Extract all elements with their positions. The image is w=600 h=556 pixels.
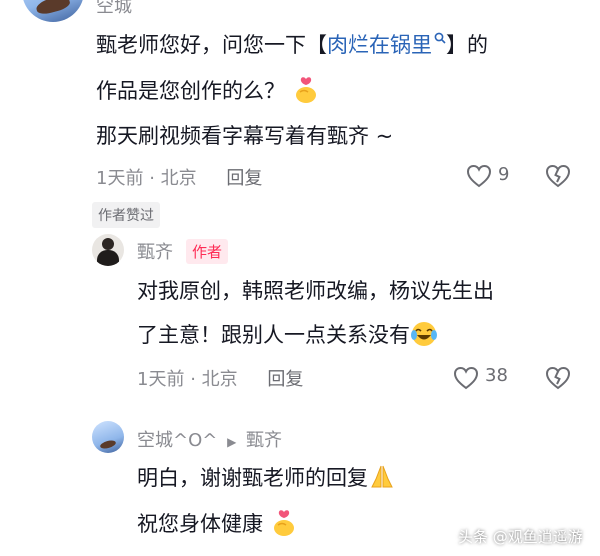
reply-reply-button[interactable]: 回复 <box>267 369 303 390</box>
comment-username[interactable]: 空城 <box>96 0 132 18</box>
reply2-header: 空城^O^ ▶ 甄齐 <box>137 426 282 452</box>
comment-time: 1天前 <box>96 168 144 189</box>
reply-to-arrow-icon: ▶ <box>227 435 237 449</box>
reply-line2-text: 了主意！跟别人一点关系没有 <box>137 323 410 347</box>
search-icon <box>434 32 446 44</box>
meta-dot: · <box>149 168 161 189</box>
reply-username[interactable]: 甄齐 <box>137 238 173 264</box>
laugh-cry-emoji-icon <box>410 320 438 348</box>
finger-heart-emoji-icon <box>270 509 298 537</box>
pray-hands-emoji-icon <box>368 463 396 491</box>
comment-reply-button[interactable]: 回复 <box>226 168 262 189</box>
reply-time: 1天前 <box>137 369 185 390</box>
reply-text-line-1: 对我原创，韩照老师改编，杨议先生出 <box>137 279 494 303</box>
reply2-line1-text: 明白，谢谢甄老师的回复 <box>137 466 368 490</box>
reply2-text-line-2: 祝您身体健康 <box>137 509 298 539</box>
meta-dot: · <box>190 369 202 390</box>
avatar-kongcheng-small[interactable] <box>92 421 124 453</box>
like-heart-icon[interactable] <box>453 366 479 390</box>
comment-meta: 1天前 · 北京 回复 <box>96 164 262 190</box>
reply2-reply-to[interactable]: 甄齐 <box>246 430 282 451</box>
watermark: 头条 @观鱼逍遥游 <box>458 528 583 546</box>
dislike-broken-heart-icon[interactable] <box>545 366 571 390</box>
reply2-line2-text: 祝您身体健康 <box>137 512 263 536</box>
reply-text-line-2: 了主意！跟别人一点关系没有 <box>137 320 438 350</box>
reply2-text-line-1: 明白，谢谢甄老师的回复 <box>137 463 396 493</box>
like-count: 9 <box>498 164 510 185</box>
comment-text-b: 】的 <box>446 33 488 57</box>
comment-text-line-2: 作品是您创作的么？ <box>96 76 320 106</box>
comment-location: 北京 <box>160 168 197 189</box>
dislike-broken-heart-icon[interactable] <box>545 164 571 188</box>
author-tag: 作者 <box>186 239 229 264</box>
comment-line2-text: 作品是您创作的么？ <box>96 79 285 103</box>
reply2-username[interactable]: 空城^O^ <box>137 430 217 451</box>
comment-text-a: 甄老师您好，问您一下【 <box>96 33 327 57</box>
comment-text-line-3: 那天刷视频看字幕写着有甄齐 ~ <box>96 124 394 148</box>
avatar-kongcheng[interactable] <box>22 0 84 22</box>
comment-text-line-1: 甄老师您好，问您一下【肉烂在锅里 】的 <box>96 30 488 60</box>
like-count: 38 <box>485 365 508 386</box>
avatar-zhenqi[interactable] <box>92 234 124 266</box>
search-link-label: 肉烂在锅里 <box>327 33 432 57</box>
finger-heart-emoji-icon <box>292 76 320 104</box>
author-liked-badge: 作者赞过 <box>92 202 160 228</box>
like-heart-icon[interactable] <box>466 164 492 188</box>
search-link[interactable]: 肉烂在锅里 <box>327 32 446 57</box>
reply-location: 北京 <box>201 369 238 390</box>
reply-meta: 1天前 · 北京 回复 <box>137 365 303 391</box>
